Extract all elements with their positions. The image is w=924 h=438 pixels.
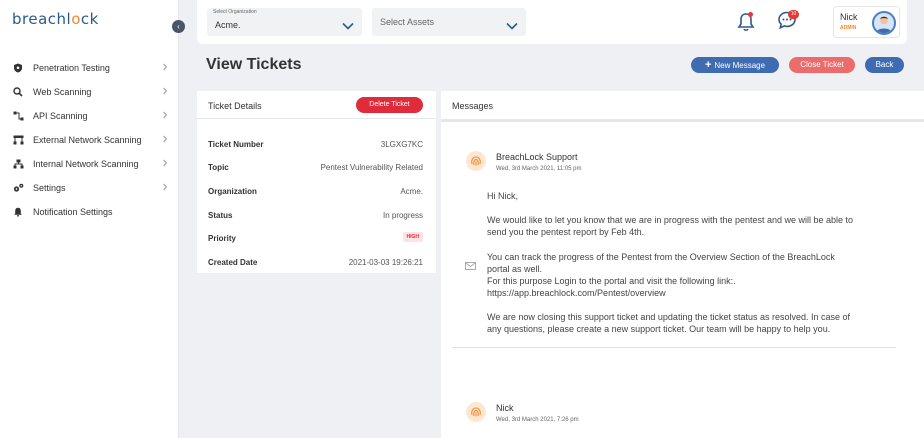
message-text-line: For this purpose Login to the portal and…: [487, 276, 736, 286]
chevron-down-icon: [342, 17, 354, 35]
detail-value: Acme.: [400, 187, 423, 196]
detail-value: 3LGXG7KC: [380, 140, 423, 149]
message-divider: [452, 347, 896, 348]
sidebar-item-external-network-scanning[interactable]: External Network Scanning: [0, 128, 179, 152]
user-name: Nick: [840, 12, 858, 22]
messages-title: Messages: [452, 101, 494, 111]
back-button[interactable]: Back: [865, 57, 904, 73]
chevron-right-icon: [162, 135, 168, 145]
message-author: Nick: [496, 403, 514, 413]
sitemap-icon: [12, 158, 24, 170]
detail-label: Topic: [208, 163, 229, 172]
message-date: Wed, 3rd March 2021, 7:26 pm: [496, 417, 579, 423]
sidebar-item-label: Penetration Testing: [33, 63, 110, 73]
user-avatar: [466, 402, 486, 422]
message-text-line: portal as well.: [487, 264, 543, 274]
user-menu[interactable]: Nick ADMIN: [833, 6, 900, 38]
notification-dot: [748, 12, 753, 17]
detail-label: Created Date: [208, 258, 258, 267]
sidebar: breachlock Penetration Testing Web Scann…: [0, 0, 179, 438]
logo-accent: o: [71, 10, 81, 28]
message-text-line: any questions, please create a new suppo…: [487, 324, 831, 334]
fingerprint-icon: [471, 156, 481, 166]
sidebar-item-label: Settings: [33, 183, 66, 193]
page-title: View Tickets: [206, 56, 302, 73]
envelope-icon: [465, 258, 476, 276]
gears-icon: [12, 182, 24, 194]
detail-label: Ticket Number: [208, 140, 264, 149]
api-icon: [12, 110, 24, 122]
chevron-right-icon: [162, 87, 168, 97]
chevron-right-icon: [162, 111, 168, 121]
topbar: Select Organization Acme. Select Assets …: [197, 0, 907, 44]
message-author: BreachLock Support: [496, 152, 578, 162]
organization-select-value: Acme.: [215, 20, 241, 30]
chat-count-badge: 10: [788, 10, 799, 19]
shield-icon: [12, 62, 24, 74]
assets-select[interactable]: Select Assets: [372, 8, 526, 36]
support-avatar: [466, 151, 486, 171]
sidebar-item-notification-settings[interactable]: Notification Settings: [0, 200, 179, 224]
message-text-line: We would like to let you know that we ar…: [487, 215, 854, 225]
sidebar-item-label: Web Scanning: [33, 87, 92, 97]
assets-select-placeholder: Select Assets: [380, 17, 435, 27]
brand-logo[interactable]: breachlock: [12, 10, 99, 28]
bell-icon: [12, 206, 24, 218]
chevron-down-icon: [506, 17, 518, 35]
divider: [441, 119, 924, 122]
chevron-right-icon: [162, 63, 168, 73]
organization-select[interactable]: Select Organization Acme.: [207, 8, 362, 36]
chevron-right-icon: [162, 159, 168, 169]
new-message-button[interactable]: + New Message: [691, 57, 779, 73]
plus-icon: +: [704, 59, 712, 71]
search-icon: [12, 86, 24, 98]
sidebar-item-penetration-testing[interactable]: Penetration Testing: [0, 56, 179, 80]
detail-value: Pentest Vulnerability Related: [320, 163, 423, 172]
chevron-right-icon: [162, 183, 168, 193]
sidebar-item-label: Internal Network Scanning: [33, 159, 139, 169]
sidebar-nav: Penetration Testing Web Scanning API Sca…: [0, 56, 179, 224]
new-message-label: New Message: [714, 61, 766, 70]
message-text-line: Hi Nick,: [487, 191, 518, 201]
user-role: ADMIN: [840, 25, 857, 31]
detail-label: Priority: [208, 234, 237, 243]
messages-card: Messages BreachLock Support Wed, 3rd Mar…: [441, 91, 924, 438]
sidebar-item-label: External Network Scanning: [33, 135, 142, 145]
sidebar-collapse-button[interactable]: ‹: [172, 20, 185, 33]
close-ticket-button[interactable]: Close Ticket: [789, 57, 855, 73]
sidebar-item-label: Notification Settings: [33, 207, 113, 217]
sidebar-item-web-scanning[interactable]: Web Scanning: [0, 80, 179, 104]
sidebar-item-api-scanning[interactable]: API Scanning: [0, 104, 179, 128]
message-text-line: You can track the progress of the Pentes…: [487, 252, 835, 262]
avatar: [872, 11, 896, 35]
detail-label: Status: [208, 211, 233, 220]
ticket-details-card: Ticket Details Delete Ticket Ticket Numb…: [197, 91, 436, 273]
logo-suffix: ck: [80, 10, 99, 28]
fingerprint-icon: [471, 407, 481, 417]
message-text-line: We are now closing this support ticket a…: [487, 312, 851, 322]
message-text-line: send you the pentest report by Feb 4th.: [487, 227, 645, 237]
logo-prefix: breachl: [12, 10, 72, 28]
organization-select-label: Select Organization: [213, 9, 257, 15]
priority-badge: HIGH: [402, 232, 423, 242]
message-link[interactable]: https://app.breachlock.com/Pentest/overv…: [487, 288, 666, 298]
message-date: Wed, 3rd March 2021, 11:05 pm: [496, 166, 582, 172]
detail-label: Organization: [208, 187, 257, 196]
network-icon: [12, 134, 24, 146]
ticket-details-title: Ticket Details: [208, 101, 262, 111]
sidebar-item-internal-network-scanning[interactable]: Internal Network Scanning: [0, 152, 179, 176]
ticket-details-header: Ticket Details Delete Ticket: [197, 91, 436, 119]
detail-value: 2021-03-03 19:26:21: [348, 258, 423, 267]
sidebar-item-label: API Scanning: [33, 111, 88, 121]
detail-value: In progress: [382, 211, 423, 220]
sidebar-item-settings[interactable]: Settings: [0, 176, 179, 200]
delete-ticket-button[interactable]: Delete Ticket: [356, 97, 423, 113]
